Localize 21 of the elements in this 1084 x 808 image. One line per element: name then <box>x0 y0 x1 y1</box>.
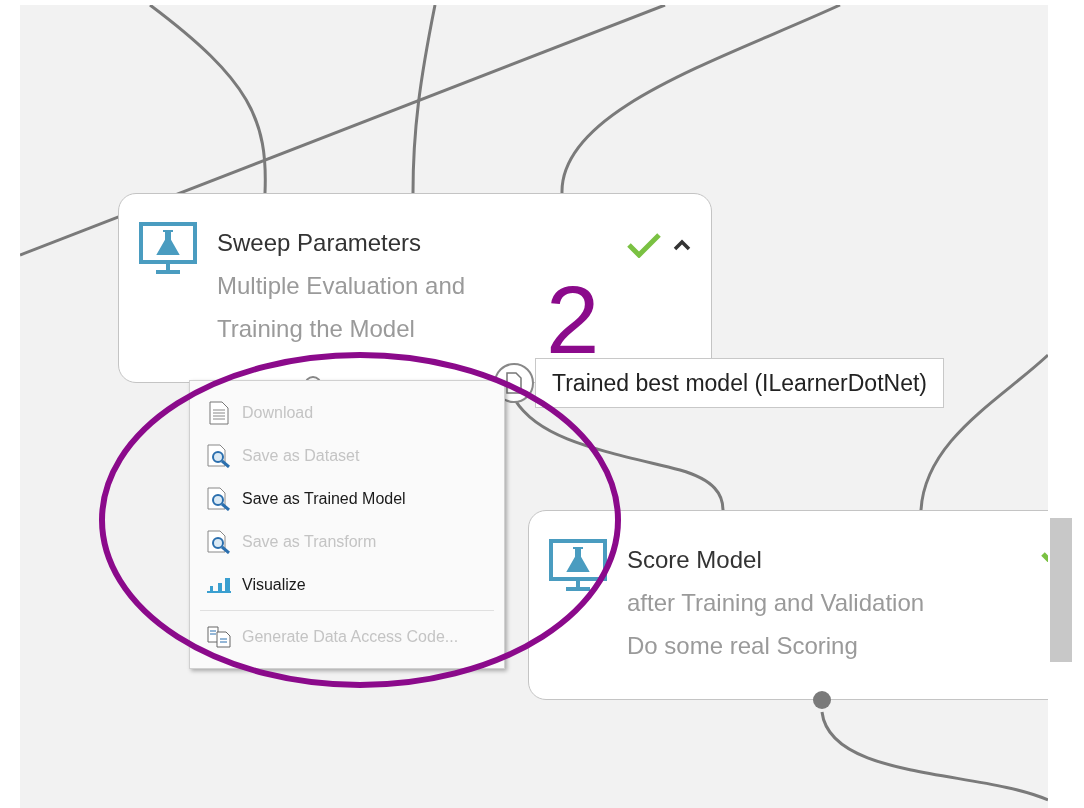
menu-item[interactable]: Visualize <box>200 563 494 606</box>
module-node[interactable]: Score Model after Training and Validation Do some real Scoring <box>528 510 1048 700</box>
output-port-icon <box>812 690 832 710</box>
document-search-icon <box>207 486 231 511</box>
document-search-icon <box>207 443 231 468</box>
module-description: after Training and Validation <box>627 588 925 618</box>
output-tooltip: Trained best model (ILearnerDotNet) <box>535 358 944 408</box>
flask-monitor-icon <box>139 222 197 276</box>
module-description: Multiple Evaluation and <box>217 271 466 301</box>
menu-item[interactable]: Save as Trained Model <box>200 477 494 520</box>
module-title: Sweep Parameters <box>217 228 423 258</box>
copy-document-icon <box>207 625 231 648</box>
flask-monitor-icon <box>549 539 607 593</box>
bar-chart-icon <box>207 576 231 593</box>
caret-up-icon[interactable] <box>673 239 691 251</box>
module-title: Score Model <box>627 545 763 575</box>
document-icon <box>209 400 229 425</box>
module-description: Do some real Scoring <box>627 631 859 661</box>
document-search-icon <box>207 529 231 554</box>
scrollbar[interactable] <box>1050 518 1072 662</box>
module-description: Training the Model <box>217 314 416 344</box>
